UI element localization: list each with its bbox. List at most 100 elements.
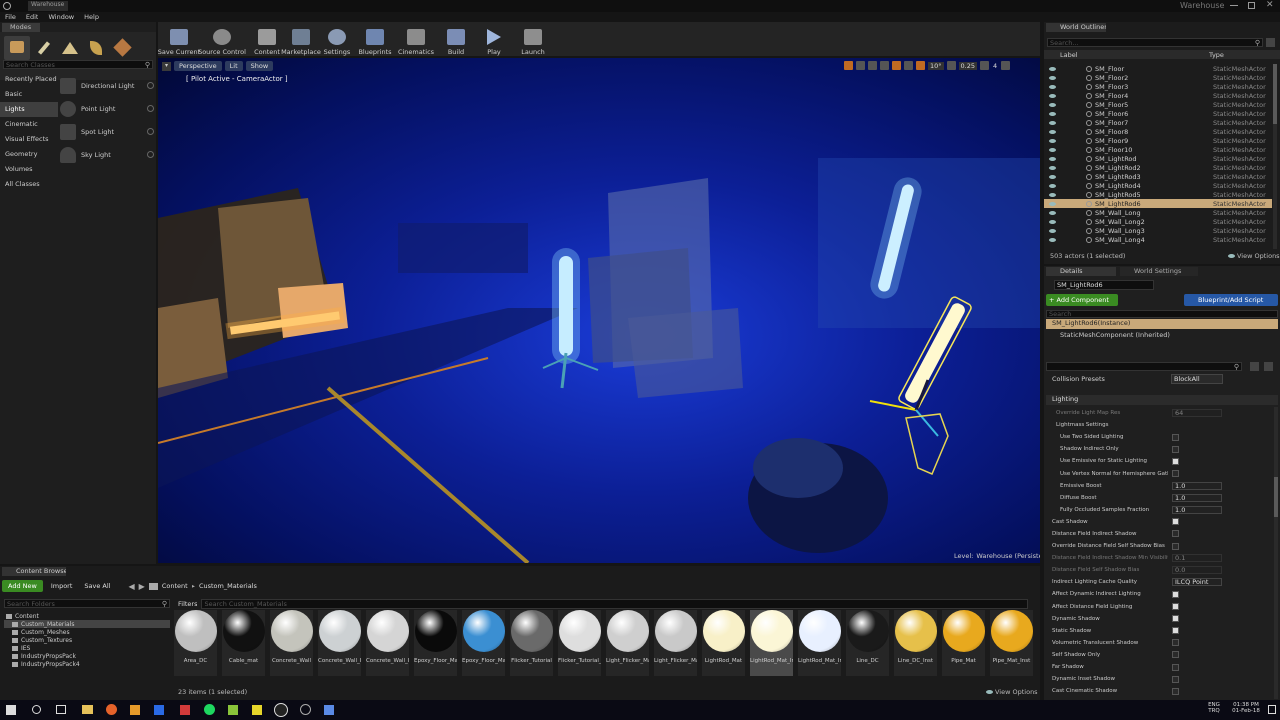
source-control-button[interactable]: Source Control bbox=[198, 22, 246, 56]
scale-icon[interactable] bbox=[868, 61, 877, 70]
app-icon-blue-2[interactable] bbox=[324, 705, 334, 715]
details-view-icon[interactable] bbox=[1264, 362, 1273, 371]
scale-snap-value[interactable]: 0.25 bbox=[958, 61, 978, 70]
menu-file[interactable]: File bbox=[5, 13, 16, 21]
category-all-classes[interactable]: All Classes bbox=[0, 177, 58, 192]
clock[interactable]: 01:38 PM 01-Feb-18 bbox=[1228, 702, 1264, 714]
property-value-field[interactable]: 0.0 bbox=[1172, 566, 1222, 575]
category-basic[interactable]: Basic bbox=[0, 87, 58, 102]
folder-search[interactable]: Search Folders ⚲ bbox=[4, 599, 170, 608]
visibility-eye-icon[interactable] bbox=[1049, 129, 1056, 134]
minimize-button[interactable] bbox=[1230, 5, 1238, 6]
camera-speed-value[interactable]: 4 bbox=[992, 62, 998, 70]
outliner-row[interactable]: SM_Wall_Long3 StaticMeshActor bbox=[1044, 226, 1272, 235]
property-matrix-icon[interactable] bbox=[1250, 362, 1259, 371]
path-content[interactable]: Content bbox=[162, 582, 188, 590]
outliner-row[interactable]: SM_Floor10 StaticMeshActor bbox=[1044, 145, 1272, 154]
app-icon-green[interactable] bbox=[228, 705, 238, 715]
task-view-icon[interactable] bbox=[56, 705, 66, 714]
asset-tile[interactable]: Cable_mat bbox=[222, 610, 265, 676]
outliner-row[interactable]: SM_Floor6 StaticMeshActor bbox=[1044, 109, 1272, 118]
landscape-mode-icon[interactable] bbox=[58, 36, 82, 60]
outliner-row[interactable]: SM_Wall_Long4 StaticMeshActor bbox=[1044, 235, 1272, 244]
asset-tile[interactable]: Concrete_Wall bbox=[270, 610, 313, 676]
outliner-row[interactable]: SM_Floor3 StaticMeshActor bbox=[1044, 82, 1272, 91]
outliner-search-input[interactable]: Search... bbox=[1048, 39, 1255, 47]
property-checkbox[interactable] bbox=[1172, 470, 1179, 478]
show-button[interactable]: Show bbox=[245, 61, 274, 71]
category-visual-effects[interactable]: Visual Effects bbox=[0, 132, 58, 147]
maximize-viewport-icon[interactable] bbox=[1001, 61, 1011, 70]
help-icon[interactable] bbox=[147, 128, 154, 135]
visibility-eye-icon[interactable] bbox=[1049, 102, 1056, 107]
item-sky-light[interactable]: Sky Light bbox=[60, 143, 154, 166]
translate-icon[interactable] bbox=[844, 61, 853, 70]
save-current-button[interactable]: Save Current bbox=[158, 22, 200, 56]
property-checkbox[interactable] bbox=[1172, 530, 1179, 538]
visibility-eye-icon[interactable] bbox=[1049, 66, 1056, 71]
import-button[interactable]: Import bbox=[47, 580, 77, 592]
firefox-icon[interactable] bbox=[106, 704, 117, 715]
unreal-taskbar-icon[interactable] bbox=[274, 703, 288, 717]
collision-presets-select[interactable]: BlockAll bbox=[1171, 374, 1223, 384]
path-custom-materials[interactable]: Custom_Materials bbox=[199, 582, 257, 590]
visibility-eye-icon[interactable] bbox=[1049, 210, 1056, 215]
property-value-field[interactable]: 1.0 bbox=[1172, 481, 1222, 490]
property-checkbox[interactable] bbox=[1172, 603, 1179, 611]
outliner-row[interactable]: SM_LightRod5 StaticMeshActor bbox=[1044, 190, 1272, 199]
property-checkbox[interactable] bbox=[1172, 615, 1179, 623]
rotate-icon[interactable] bbox=[856, 61, 865, 70]
property-select[interactable]: ILCQ Point bbox=[1172, 578, 1222, 587]
outliner-row[interactable]: SM_LightRod6 StaticMeshActor bbox=[1044, 199, 1272, 208]
asset-tile[interactable]: Epoxy_Floor_Mat bbox=[414, 610, 457, 676]
visibility-eye-icon[interactable] bbox=[1049, 228, 1056, 233]
outliner-tab[interactable]: World Outliner bbox=[1046, 23, 1106, 32]
asset-search-input[interactable]: Search Custom_Materials bbox=[201, 598, 1028, 609]
outliner-search[interactable]: Search... ⚲ bbox=[1047, 38, 1263, 47]
asset-tile[interactable]: Pipe_Mat bbox=[942, 610, 985, 676]
menu-window[interactable]: Window bbox=[48, 13, 74, 21]
visibility-eye-icon[interactable] bbox=[1049, 93, 1056, 98]
outliner-row[interactable]: SM_Floor8 StaticMeshActor bbox=[1044, 127, 1272, 136]
property-checkbox[interactable] bbox=[1172, 518, 1179, 526]
visibility-eye-icon[interactable] bbox=[1049, 120, 1056, 125]
paint-mode-icon[interactable] bbox=[32, 36, 56, 60]
camera-speed-icon[interactable] bbox=[980, 61, 990, 70]
scale-snap-icon[interactable] bbox=[946, 61, 956, 70]
property-value-field[interactable]: 1.0 bbox=[1172, 493, 1222, 502]
actor-name-field[interactable]: SM_LightRod6 bbox=[1054, 280, 1154, 290]
item-point-light[interactable]: Point Light bbox=[60, 97, 154, 120]
property-checkbox[interactable] bbox=[1172, 687, 1179, 695]
folder-item[interactable]: Custom_Meshes bbox=[4, 628, 170, 636]
forward-icon[interactable]: ▶ bbox=[139, 582, 145, 591]
asset-tile[interactable]: Light_Flicker_Mat_Inst bbox=[654, 610, 697, 676]
category-lights[interactable]: Lights bbox=[0, 102, 58, 117]
outliner-row[interactable]: SM_Floor7 StaticMeshActor bbox=[1044, 118, 1272, 127]
asset-tile[interactable]: Area_DC bbox=[174, 610, 217, 676]
help-icon[interactable] bbox=[147, 151, 154, 158]
property-checkbox[interactable] bbox=[1172, 627, 1179, 635]
asset-tile[interactable]: Flicker_Tutorial bbox=[510, 610, 553, 676]
property-checkbox[interactable] bbox=[1172, 433, 1179, 441]
snap-grid-icon[interactable] bbox=[892, 61, 901, 70]
windows-start-icon[interactable] bbox=[6, 705, 16, 715]
lit-button[interactable]: Lit bbox=[224, 61, 243, 71]
visibility-eye-icon[interactable] bbox=[1049, 219, 1056, 224]
visibility-eye-icon[interactable] bbox=[1049, 237, 1056, 242]
maximize-button[interactable] bbox=[1248, 2, 1255, 9]
save-all-button[interactable]: Save All bbox=[80, 580, 114, 592]
notification-icon[interactable] bbox=[1268, 705, 1276, 714]
outliner-row[interactable]: SM_LightRod3 StaticMeshActor bbox=[1044, 172, 1272, 181]
asset-tile[interactable]: Epoxy_Floor_Mat_Inst bbox=[462, 610, 505, 676]
visibility-eye-icon[interactable] bbox=[1049, 174, 1056, 179]
app-icon-blue[interactable] bbox=[154, 705, 164, 715]
outliner-row[interactable]: SM_Floor4 StaticMeshActor bbox=[1044, 91, 1272, 100]
property-value-field[interactable]: 64 bbox=[1172, 409, 1222, 418]
grid-size-icon[interactable] bbox=[904, 61, 913, 70]
details-search[interactable]: ⚲ bbox=[1046, 362, 1242, 371]
asset-tile[interactable]: LightRod_Mat_Inst bbox=[750, 610, 793, 676]
foliage-mode-icon[interactable] bbox=[84, 36, 108, 60]
item-spot-light[interactable]: Spot Light bbox=[60, 120, 154, 143]
back-icon[interactable]: ◀ bbox=[129, 582, 135, 591]
lighting-section-header[interactable]: Lighting bbox=[1046, 395, 1278, 405]
